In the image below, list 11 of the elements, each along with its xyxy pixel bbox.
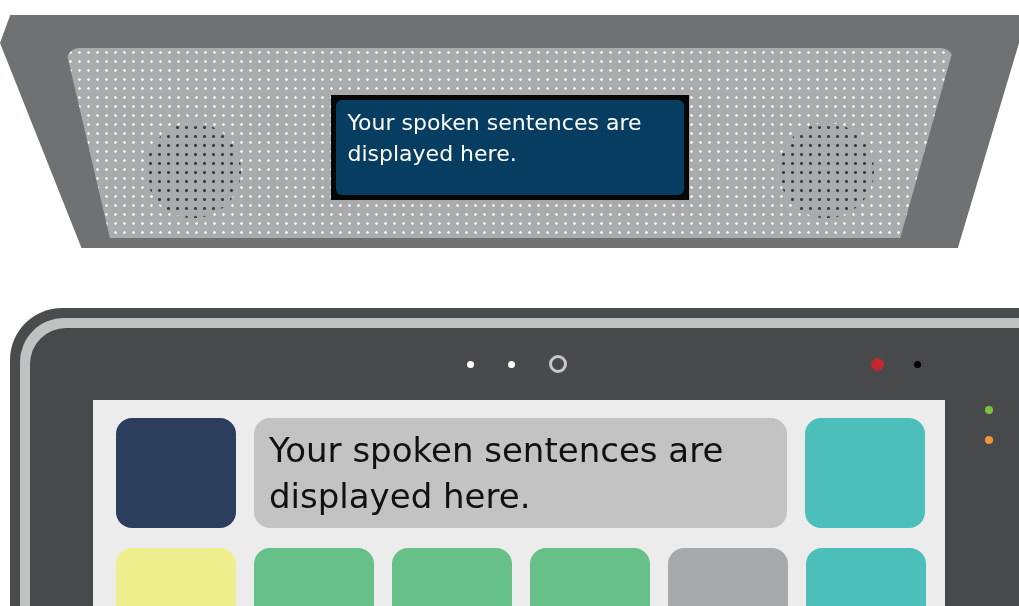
tile[interactable] [116,418,236,528]
sensor-dot-icon [508,360,515,368]
sensor-dot-icon [467,360,474,368]
camera-icon [549,355,567,373]
status-light-icon [985,436,993,444]
message-bar: Your spoken sentences are displayed here. [254,418,787,528]
indicator-light-icon [871,357,884,371]
tile[interactable] [805,418,925,528]
sensor-dot-icon [914,360,921,368]
display-text: Your spoken sentences are displayed here. [335,100,684,195]
status-light-icon [985,406,993,414]
